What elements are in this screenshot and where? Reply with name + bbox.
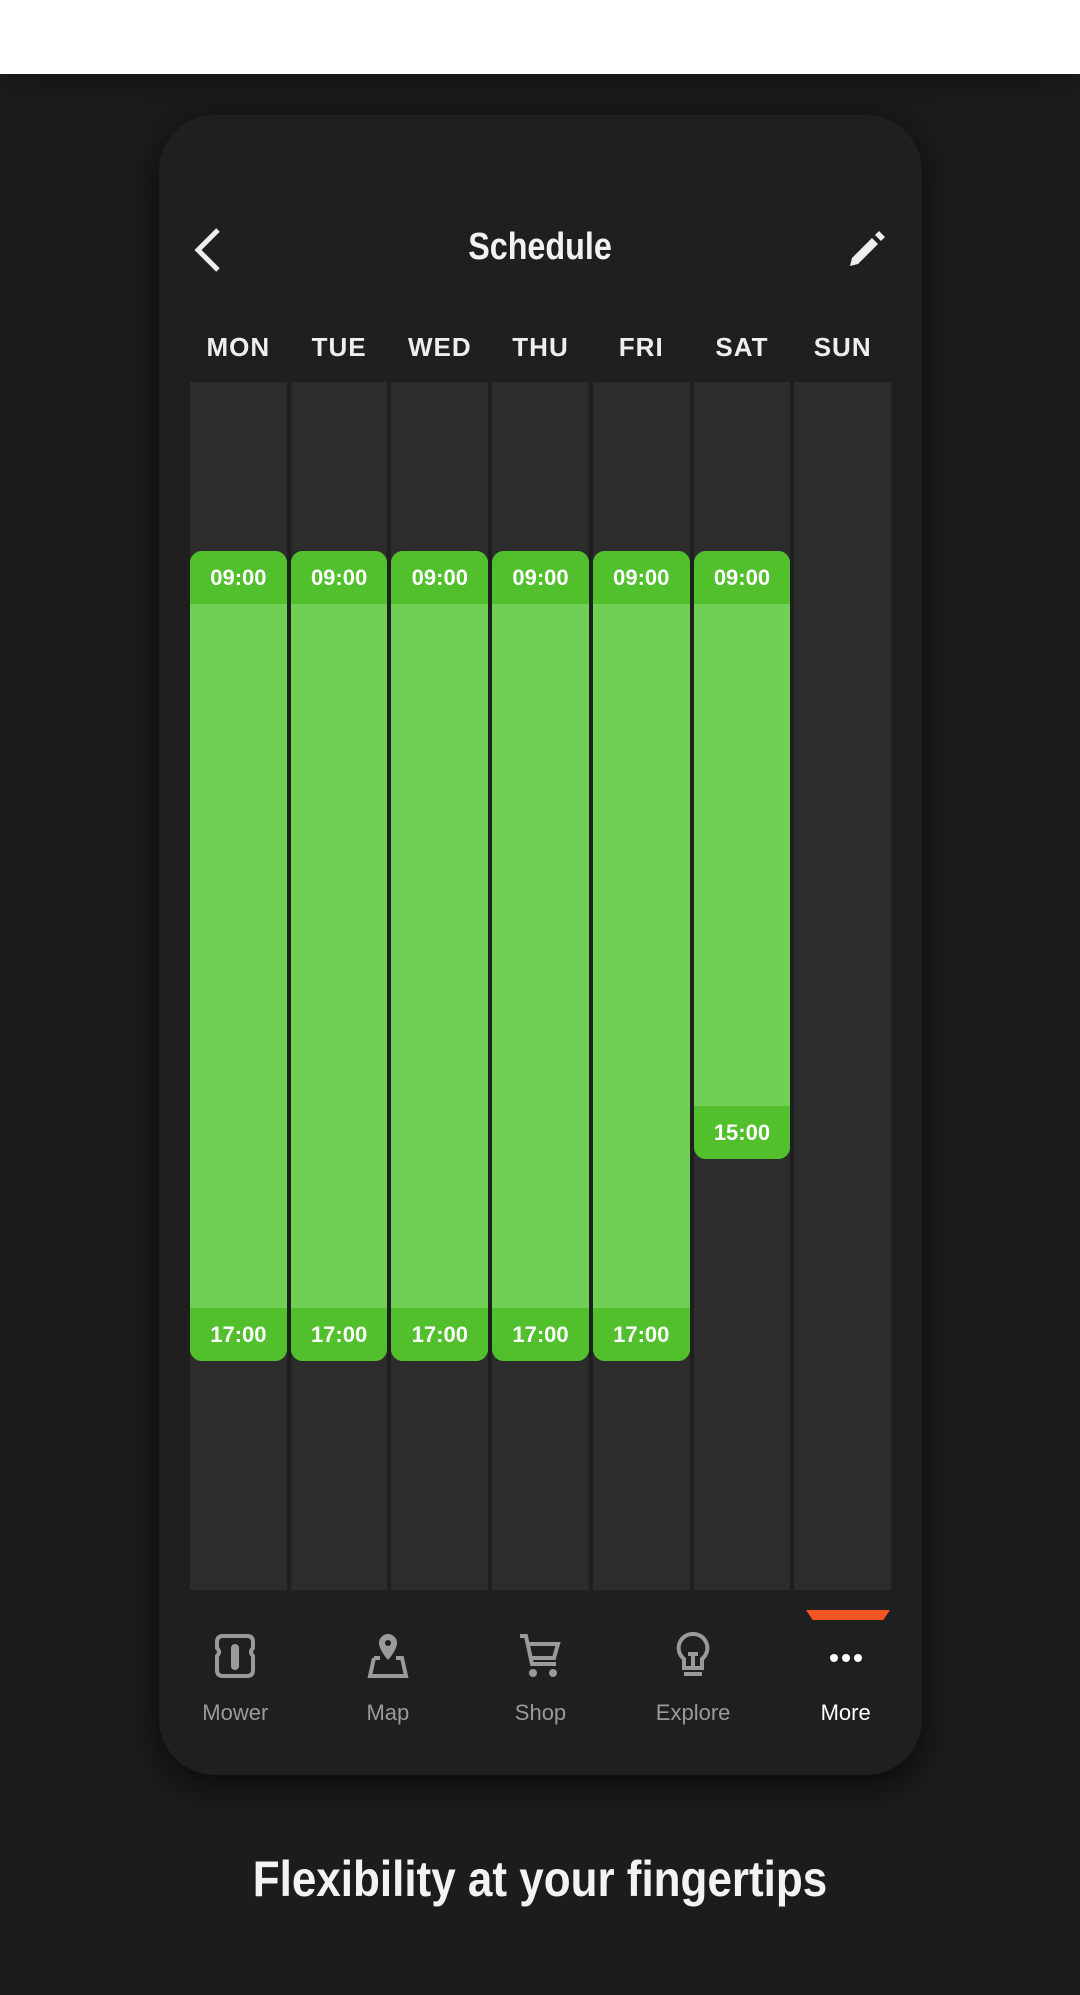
top-band bbox=[0, 0, 1080, 74]
day-label-sun: SUN bbox=[813, 332, 872, 362]
day-label-fri: FRI bbox=[618, 332, 664, 362]
day-column-wed[interactable]: 09:00 17:00 bbox=[391, 382, 489, 1590]
schedule-block[interactable]: 09:00 17:00 bbox=[492, 551, 589, 1362]
nav-map[interactable]: Map bbox=[312, 1630, 465, 1726]
day-label-wed: WED bbox=[407, 332, 472, 362]
schedule-block[interactable]: 09:00 17:00 bbox=[391, 551, 489, 1362]
nav-more[interactable]: More bbox=[769, 1630, 922, 1726]
schedule-grid: 09:00 17:00 09:00 17:00 09:00 17:00 09:00 17:00… bbox=[190, 382, 892, 1590]
more-dots-icon bbox=[829, 1654, 862, 1662]
start-time[interactable]: 09:00 bbox=[391, 551, 489, 605]
map-pin-icon bbox=[367, 1634, 409, 1678]
bottom-nav: Mower Map Shop Explore More bbox=[159, 1630, 922, 1726]
start-time[interactable]: 09:00 bbox=[492, 551, 589, 605]
day-column-sat[interactable]: 09:00 15:00 bbox=[693, 382, 791, 1590]
end-time[interactable]: 17:00 bbox=[190, 1308, 287, 1362]
caption: Flexibility at your fingertips bbox=[252, 1851, 828, 1907]
lightbulb-icon bbox=[676, 1631, 710, 1676]
edit-button[interactable] bbox=[846, 230, 886, 270]
nav-mower[interactable]: Mower bbox=[159, 1630, 312, 1726]
start-time[interactable]: 09:00 bbox=[190, 551, 287, 605]
day-label-sat: SAT bbox=[715, 332, 769, 362]
cart-icon bbox=[520, 1634, 562, 1677]
day-column-mon[interactable]: 09:00 17:00 bbox=[190, 382, 287, 1590]
day-label-thu: THU bbox=[512, 332, 569, 362]
day-column-fri[interactable]: 09:00 17:00 bbox=[592, 382, 690, 1590]
mower-icon bbox=[215, 1634, 256, 1678]
schedule-block[interactable]: 09:00 17:00 bbox=[592, 551, 690, 1362]
schedule-block[interactable]: 09:00 17:00 bbox=[190, 551, 287, 1362]
day-headers: MON TUE WED THU FRI SAT SUN bbox=[190, 332, 891, 363]
nav-explore[interactable]: Explore bbox=[617, 1630, 770, 1726]
end-time[interactable]: 15:00 bbox=[693, 1105, 791, 1159]
day-label-mon: MON bbox=[206, 332, 271, 362]
day-label-tue: TUE bbox=[311, 332, 367, 362]
start-time[interactable]: 09:00 bbox=[693, 551, 791, 605]
start-time[interactable]: 09:00 bbox=[592, 551, 690, 605]
day-column-tue[interactable]: 09:00 17:00 bbox=[290, 382, 388, 1590]
active-tab-indicator bbox=[806, 1610, 890, 1620]
end-time[interactable]: 17:00 bbox=[592, 1308, 690, 1362]
end-time[interactable]: 17:00 bbox=[492, 1308, 589, 1362]
end-time[interactable]: 17:00 bbox=[290, 1308, 388, 1362]
day-column-sun[interactable] bbox=[794, 382, 892, 1590]
end-time[interactable]: 17:00 bbox=[391, 1308, 489, 1362]
nav-shop[interactable]: Shop bbox=[464, 1630, 617, 1726]
schedule-block[interactable]: 09:00 17:00 bbox=[290, 551, 388, 1362]
start-time[interactable]: 09:00 bbox=[290, 551, 388, 605]
schedule-block[interactable]: 09:00 15:00 bbox=[693, 551, 791, 1159]
day-column-thu[interactable]: 09:00 17:00 bbox=[492, 382, 589, 1590]
